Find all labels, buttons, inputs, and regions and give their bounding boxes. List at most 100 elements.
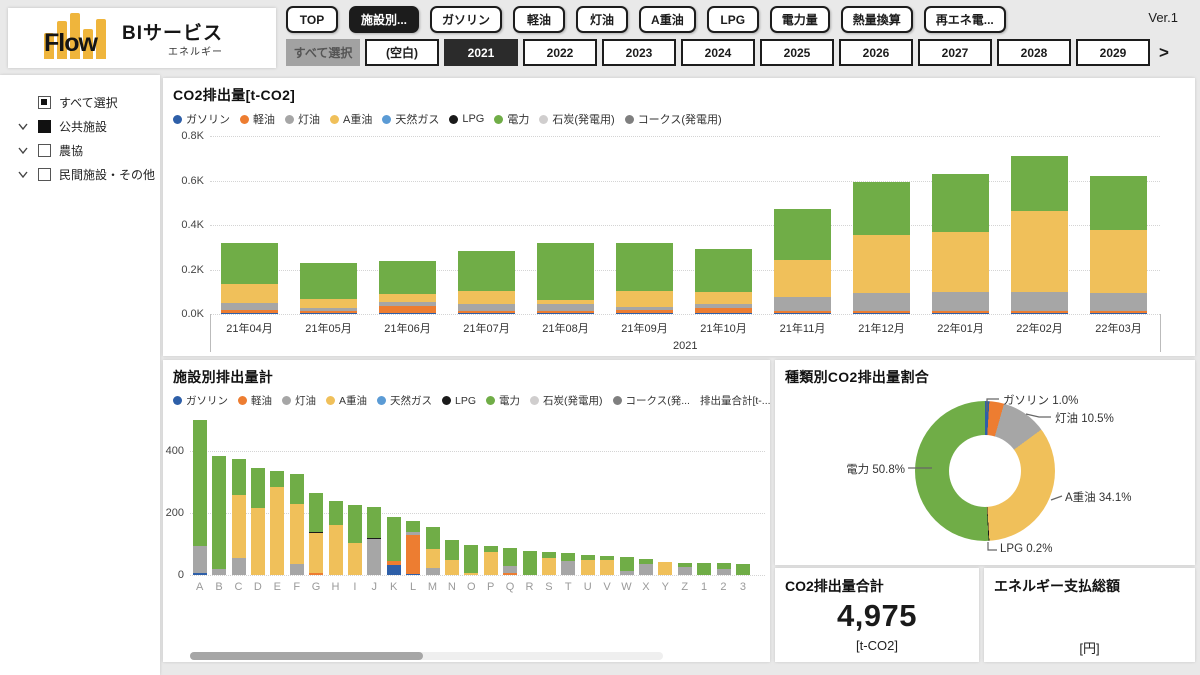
year-filter-(空白)[interactable]: (空白) [365,39,439,66]
year-filter-2025[interactable]: 2025 [760,39,834,66]
bar-segment [695,313,752,314]
stacked-bar-H[interactable] [329,501,343,575]
bar-segment [620,557,634,571]
sidebar-item[interactable]: 農協 [0,138,160,162]
stacked-bar-Z[interactable] [678,563,692,575]
tab-6[interactable]: LPG [707,6,759,33]
stacked-bar-K[interactable] [387,517,401,575]
stacked-bar-1[interactable] [697,563,711,575]
tab-2[interactable]: ガソリン [430,6,502,33]
tab-9[interactable]: 再エネ電... [924,6,1006,33]
axis-edge-tick [1160,314,1161,352]
stacked-bar-22年01月[interactable] [932,174,989,314]
legend-item[interactable]: 軽油 [238,393,272,408]
donut-label-ガソリン: ガソリン 1.0% [1003,392,1078,408]
checkbox-partial[interactable] [38,96,51,109]
stacked-bar-X[interactable] [639,559,653,575]
stacked-bar-21年12月[interactable] [853,182,910,314]
stacked-bar-21年09月[interactable] [616,243,673,314]
gridline [210,314,1160,315]
scrollbar-thumb[interactable] [190,652,423,660]
tab-7[interactable]: 電力量 [770,6,830,33]
checkbox-checked[interactable] [38,120,51,133]
stacked-bar-V[interactable] [600,556,614,575]
tab-8[interactable]: 熱量換算 [841,6,913,33]
legend-dot-icon [539,115,548,124]
legend-item[interactable]: 灯油 [282,393,316,408]
stacked-bar-B[interactable] [212,456,226,575]
year-filter-2028[interactable]: 2028 [997,39,1071,66]
stacked-bar-R[interactable] [523,551,537,575]
year-filter-2021[interactable]: 2021 [444,39,518,66]
year-filter-2024[interactable]: 2024 [681,39,755,66]
year-filter-2029[interactable]: 2029 [1076,39,1150,66]
legend-item[interactable]: 排出量合計[t-... [700,393,770,408]
stacked-bar-21年11月[interactable] [774,209,831,314]
donut-hole [949,435,1021,507]
stacked-bar-I[interactable] [348,505,362,575]
year-filter-2026[interactable]: 2026 [839,39,913,66]
stacked-bar-22年02月[interactable] [1011,156,1068,314]
stacked-bar-J[interactable] [367,507,381,575]
stacked-bar-C[interactable] [232,459,246,575]
legend-item[interactable]: コークス(発... [613,393,690,408]
stacked-bar-P[interactable] [484,546,498,575]
stacked-bar-W[interactable] [620,557,634,575]
legend-item[interactable]: 天然ガス [377,393,432,408]
stacked-bar-U[interactable] [581,555,595,575]
stacked-bar-S[interactable] [542,552,556,575]
chevron-right-icon[interactable]: > [1159,43,1169,63]
stacked-bar-Y[interactable] [658,562,672,575]
stacked-bar-A[interactable] [193,420,207,575]
year-filter-2023[interactable]: 2023 [602,39,676,66]
chart-horizontal-scrollbar[interactable] [190,652,663,660]
stacked-bar-O[interactable] [464,545,478,575]
sidebar-item-label: 農協 [59,142,83,159]
sidebar-item[interactable]: 民間施設・その他 [0,162,160,186]
checkbox-unchecked[interactable] [38,168,51,181]
stacked-bar-22年03月[interactable] [1090,176,1147,314]
year-filter-すべて選択[interactable]: すべて選択 [286,39,360,66]
chevron-down-icon[interactable] [18,120,34,132]
chevron-down-icon[interactable] [18,144,34,156]
stacked-bar-D[interactable] [251,468,265,575]
bar-segment [1090,313,1147,314]
stacked-bar-T[interactable] [561,553,575,575]
stacked-bar-L[interactable] [406,521,420,575]
tab-3[interactable]: 軽油 [513,6,565,33]
stacked-bar-3[interactable] [736,564,750,575]
stacked-bar-2[interactable] [717,563,731,575]
legend-label: コークス(発... [626,393,690,408]
legend-item[interactable]: ガソリン [173,393,228,408]
legend-item[interactable]: 電力 [486,393,520,408]
stacked-bar-21年08月[interactable] [537,243,594,314]
bar-segment [774,209,831,260]
stacked-bar-Q[interactable] [503,548,517,575]
tab-top[interactable]: TOP [286,6,338,33]
bar-segment [221,284,278,303]
co2-total-card-value: 4,975 [775,598,979,634]
tab-4[interactable]: 灯油 [576,6,628,33]
tab-1[interactable]: 施設別... [349,6,419,33]
y-axis-tick: 0.0K [170,308,204,320]
stacked-bar-21年06月[interactable] [379,261,436,314]
stacked-bar-21年05月[interactable] [300,263,357,314]
stacked-bar-G[interactable] [309,493,323,575]
sidebar-item[interactable]: すべて選択 [0,90,160,114]
stacked-bar-21年04月[interactable] [221,243,278,314]
legend-item[interactable]: LPG [442,395,476,407]
stacked-bar-N[interactable] [445,540,459,575]
tab-5[interactable]: A重油 [639,6,696,33]
year-filter-2022[interactable]: 2022 [523,39,597,66]
stacked-bar-F[interactable] [290,474,304,575]
sidebar-item[interactable]: 公共施設 [0,114,160,138]
chevron-down-icon[interactable] [18,168,34,180]
stacked-bar-21年10月[interactable] [695,249,752,314]
stacked-bar-M[interactable] [426,527,440,575]
stacked-bar-E[interactable] [270,471,284,575]
checkbox-unchecked[interactable] [38,144,51,157]
stacked-bar-21年07月[interactable] [458,251,515,314]
legend-item[interactable]: A重油 [326,393,367,408]
legend-item[interactable]: 石炭(発電用) [530,393,603,408]
year-filter-2027[interactable]: 2027 [918,39,992,66]
